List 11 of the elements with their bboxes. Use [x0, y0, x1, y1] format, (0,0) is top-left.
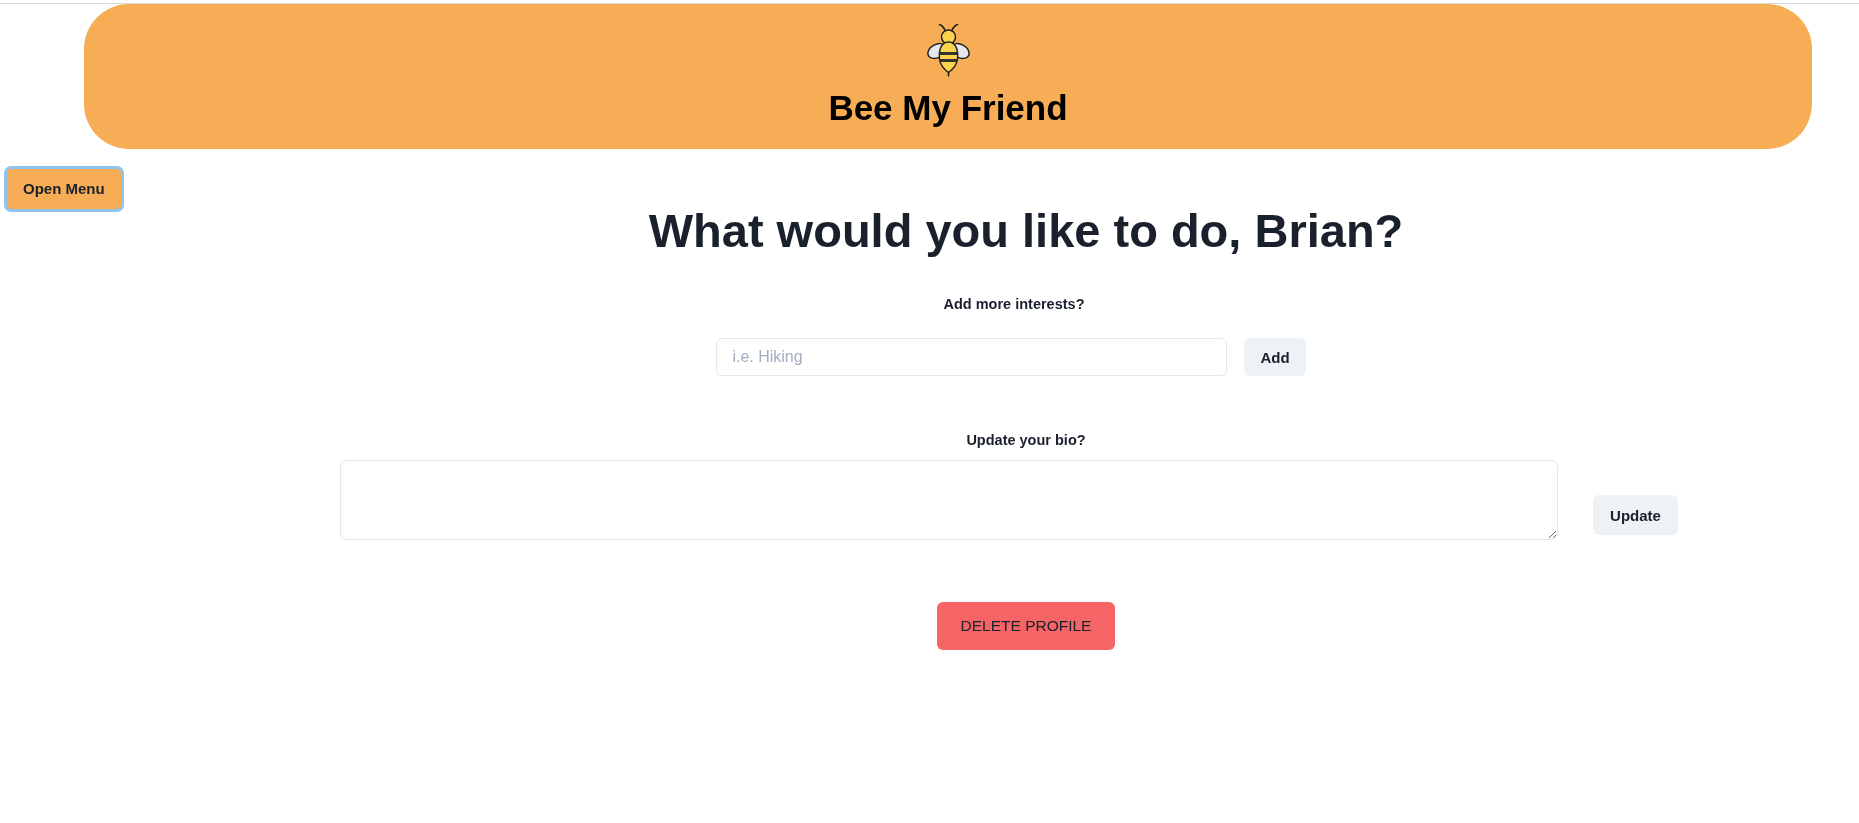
add-button[interactable]: Add: [1244, 338, 1306, 376]
site-title: Bee My Friend: [828, 87, 1068, 129]
interests-label: Add more interests?: [943, 295, 1085, 314]
delete-profile-button[interactable]: DELETE PROFILE: [936, 602, 1116, 650]
open-menu-button[interactable]: Open Menu: [4, 166, 124, 212]
page-heading: What would you like to do, Brian?: [648, 203, 1404, 259]
bio-field[interactable]: [340, 460, 1559, 540]
update-button[interactable]: Update: [1593, 495, 1678, 535]
bio-label: Update your bio?: [966, 431, 1086, 450]
bee-icon: [925, 23, 971, 77]
interest-input[interactable]: i.e. Hiking: [716, 338, 1228, 376]
